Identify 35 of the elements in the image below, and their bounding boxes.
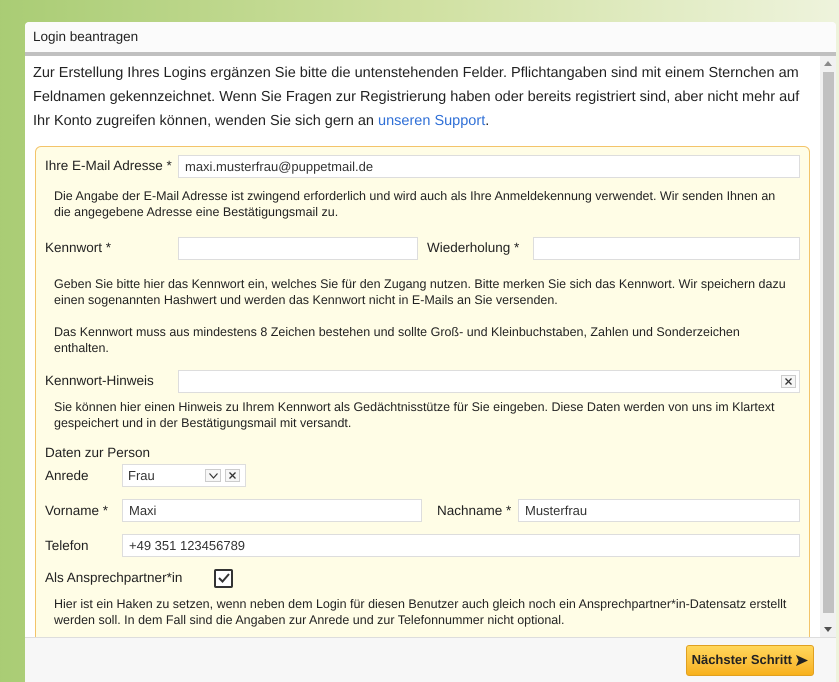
salutation-select[interactable]: Frau <box>122 464 246 488</box>
field-label: Anrede <box>45 466 90 485</box>
section-heading: Daten zur Person <box>45 444 152 462</box>
field-label: Vorname * <box>45 502 110 520</box>
next-step-button[interactable]: Nächster Schritt <box>686 644 814 676</box>
email-field[interactable]: maxi.musterfrau@puppetmail.de <box>178 155 800 178</box>
field-label: Kennwort * <box>45 239 112 258</box>
field-label: Telefon <box>45 536 90 555</box>
arrow-right-icon <box>796 654 808 666</box>
help-text: Sie können hier einen Hinweis zu Ihrem Kennwort als Gedächtnisstütze für Sie eingeben. Diese Daten werden von uns im Klartext gespeichert und in der Bestätigungsmail mit versandt. <box>53 399 776 431</box>
field-label: Als Ansprechpartner*in <box>45 569 184 588</box>
clear-icon[interactable] <box>225 469 240 482</box>
password-hint-field[interactable] <box>178 370 800 393</box>
password-field[interactable] <box>178 237 418 260</box>
checkbox[interactable] <box>214 568 233 588</box>
scroll-up-icon[interactable] <box>824 61 832 66</box>
support-link[interactable]: unseren Support <box>378 113 486 129</box>
password-repeat-field[interactable] <box>533 237 800 260</box>
help-text: Das Kennwort muss aus mindestens 8 Zeichen bestehen und sollte Groß- und Kleinbuchstaben, Zahlen und Sonderzeichen enthalten. <box>53 324 741 356</box>
help-text: Die Angabe der E-Mail Adresse ist zwingend erforderlich und wird auch als Ihre Anmeldekennung verwendet. Wir senden Ihnen an die angegebene Adresse eine Bestätigungsmail zu. <box>53 188 776 220</box>
field-label: Wiederholung * <box>427 239 520 258</box>
first-name-field[interactable]: Maxi <box>122 499 422 522</box>
chevron-down-icon[interactable] <box>205 469 221 482</box>
scroll-down-icon[interactable] <box>824 627 832 632</box>
help-text: Geben Sie bitte hier das Kennwort ein, welches Sie für den Zugang nutzen. Bitte merken Sie sich das Kennwort. Wir speichern dazu einen sogenannten Hashwert und werden das Kennwort nicht in E-Mails an Sie versenden. <box>53 276 787 308</box>
field-label: Kennwort-Hinweis <box>45 372 155 390</box>
field-label: Ihre E-Mail Adresse * <box>45 157 173 176</box>
help-text: Hier ist ein Haken zu setzen, wenn neben dem Login für diesen Benutzer auch gleich noch ein Ansprechpartner*in-Datensatz erstellt werden soll. In dem Fall sind die Angaben zur Anrede und zur Telefonnummer nicht optional. <box>53 596 788 628</box>
intro-text: Zur Erstellung Ihres Logins ergänzen Sie bitte die untenstehenden Felder. Pflichtangaben sind mit einem Sternchen am Feldnamen gekennzeichnet. Wenn Sie Fragen zur Registrierung haben oder bereits registriert sind, aber nicht mehr auf Ihr Konto zugreifen können, wenden Sie sich gern an unseren Support. <box>33 64 800 131</box>
field-label: Nachname * <box>437 502 512 520</box>
clear-icon[interactable] <box>781 375 796 388</box>
checkmark-icon <box>218 573 230 584</box>
phone-field[interactable]: +49 351 123456789 <box>122 534 800 558</box>
last-name-field[interactable]: Musterfrau <box>518 499 800 522</box>
dialog-title: Login beantragen <box>33 28 138 46</box>
